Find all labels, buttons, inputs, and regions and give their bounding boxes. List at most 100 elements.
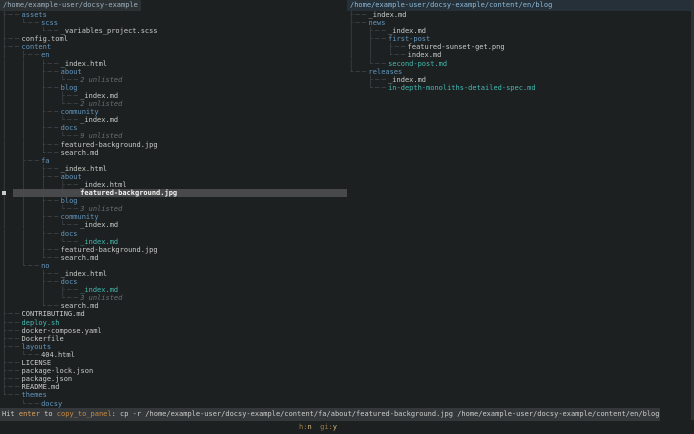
tree-row[interactable]: └──releases xyxy=(347,68,694,76)
tree-row[interactable]: │ │ │ └──2 unlisted xyxy=(0,100,347,108)
tree-branch-lines: │ │ ├── xyxy=(2,140,61,149)
tree-row[interactable]: ├──deploy.sh xyxy=(0,319,347,327)
tree-branch-lines: │ │ └── xyxy=(2,148,61,157)
tree-node-label: releases xyxy=(368,67,403,76)
tree-branch-lines: │ └── xyxy=(2,261,42,270)
tree-branch-lines: │ │ └── xyxy=(2,253,61,262)
tree-row[interactable]: │ │ ├──_index.html xyxy=(0,165,347,173)
tree-row[interactable]: │ │ │ ├──_index.html xyxy=(0,181,347,189)
tree-row[interactable]: ├──docker-compose.yaml xyxy=(0,327,347,335)
tree-row[interactable]: ├──CONTRIBUTING.md xyxy=(0,310,347,318)
tree-row[interactable]: │ ├──en xyxy=(0,51,347,59)
tree-row[interactable]: ├──Dockerfile xyxy=(0,335,347,343)
tree-node-label: featured-background.jpg xyxy=(60,140,158,149)
tree-row[interactable]: │ ├──docs xyxy=(0,278,347,286)
tree-branch-lines: │ │ ├── xyxy=(2,286,81,295)
tree-node-label: in-depth-monoliths-detailed-spec.md xyxy=(388,83,536,92)
tree-row[interactable]: │ └──scss xyxy=(0,19,347,27)
tree-row[interactable]: │ │ └──index.md xyxy=(347,51,694,59)
tree-branch-lines: │ └── xyxy=(2,27,61,36)
tree-node-label: LICENSE xyxy=(21,359,52,368)
tree-row[interactable]: └──in-depth-monoliths-detailed-spec.md xyxy=(347,84,694,92)
tree-branch-lines: │ │ ├── xyxy=(2,172,61,181)
tree-row[interactable]: │ │ └──search.md xyxy=(0,149,347,157)
tree-row[interactable]: │ ├──fa xyxy=(0,157,347,165)
tree-branch-lines: │ │ ├── xyxy=(2,59,61,68)
tree-node-label: _index.md xyxy=(388,27,427,36)
tree-node-label: second-post.md xyxy=(388,59,448,68)
unlisted-count: 2 unlisted xyxy=(80,75,123,84)
tree-node-label: _index.md xyxy=(80,91,119,100)
tree-row[interactable]: ├──README.md xyxy=(0,383,347,391)
tree-branch-lines: │ ├── xyxy=(2,270,61,278)
tree-row[interactable]: ├──config.toml xyxy=(0,35,347,43)
tree-row[interactable]: ├──_index.md xyxy=(347,11,694,19)
tree-row[interactable]: │ │ │ └──2 unlisted xyxy=(0,76,347,84)
tree-row[interactable]: ├──content xyxy=(0,43,347,51)
tree-node-label: _index.html xyxy=(60,270,107,278)
tree-row[interactable]: │ └──no xyxy=(0,262,347,270)
tree-node-label: _index.md xyxy=(368,11,407,19)
tree-row[interactable]: │ │ ├──featured-background.jpg xyxy=(0,141,347,149)
tree-branch-lines: └── xyxy=(349,67,369,76)
tree-row[interactable]: │ │ ├──about xyxy=(0,68,347,76)
tree-row[interactable]: │ │ ├──docs xyxy=(0,230,347,238)
tree-row[interactable]: │ │ │ └──_index.md xyxy=(0,238,347,246)
status-segment-verb: copy_to_panel xyxy=(56,410,112,418)
tree-row[interactable]: ├──assets xyxy=(0,11,347,19)
tree-row[interactable]: │ │ │ └──_index.md xyxy=(0,221,347,229)
tree-node-label: search.md xyxy=(60,253,99,262)
tree-row[interactable]: │ │ ├──_index.html xyxy=(0,60,347,68)
tree-row[interactable]: │ └──second-post.md xyxy=(347,60,694,68)
tree-branch-lines: │ │ ├── xyxy=(2,197,61,206)
tree-branch-lines: ├── xyxy=(349,75,389,84)
unlisted-count: 9 unlisted xyxy=(80,132,123,141)
tree-row[interactable]: ├──package-lock.json xyxy=(0,367,347,375)
flag-value: n xyxy=(307,423,312,431)
tree-branch-lines: │ ├── xyxy=(2,278,61,287)
tree-row[interactable]: │ │ │ ├──_index.md xyxy=(0,92,347,100)
tree-row[interactable]: │ │ ├──blog xyxy=(0,84,347,92)
tree-row[interactable]: └──docsy xyxy=(0,400,347,408)
tree-branch-lines: │ ├── xyxy=(2,51,42,60)
tree-branch-lines: ├── xyxy=(2,342,22,351)
tree-branch-lines: │ │ │ └── xyxy=(2,237,81,246)
tree-row[interactable]: ├──news xyxy=(347,19,694,27)
status-segment-key: enter xyxy=(18,410,40,418)
tree-node-label: 404.html xyxy=(41,350,75,359)
tree-row[interactable]: │ ├──_index.html xyxy=(0,270,347,278)
tree-row[interactable]: │ │ ├──about xyxy=(0,173,347,181)
tree-row[interactable]: │ │ └──search.md xyxy=(0,254,347,262)
tree-branch-lines: │ │ │ ├── xyxy=(2,180,81,189)
tree-branch-lines: ├── xyxy=(349,11,369,19)
tree-branch-lines: ├── xyxy=(2,334,22,343)
tree-branch-lines: ├── xyxy=(2,11,22,19)
tree-branch-lines: ├── xyxy=(349,19,369,28)
tree-node-label: blog xyxy=(60,83,78,92)
unlisted-count: 2 unlisted xyxy=(80,100,123,109)
tree-node-label: package-lock.json xyxy=(21,367,94,376)
tree-node-label: assets xyxy=(21,11,47,19)
tree-row[interactable]: │ │ ├──featured-background.jpg xyxy=(0,246,347,254)
tree-row[interactable]: │ └──404.html xyxy=(0,351,347,359)
tree-node-label: community xyxy=(60,108,99,117)
tree-row[interactable]: ├──_index.md xyxy=(347,76,694,84)
tree-node-label: _index.html xyxy=(80,180,127,189)
tree-node-label: docs xyxy=(60,278,78,287)
tree-branch-lines: │ │ ├── xyxy=(2,83,61,92)
tree-branch-lines: │ │ │ └── xyxy=(2,189,81,198)
tree-node-label: deploy.sh xyxy=(21,318,60,327)
tree-branch-lines: ├── xyxy=(2,318,22,327)
tree-row[interactable]: └──themes xyxy=(0,391,347,399)
tree-node-label: docker-compose.yaml xyxy=(21,326,102,335)
tree-branch-lines: │ │ ├── xyxy=(2,164,61,173)
tree-branch-lines: │ │ │ └── xyxy=(2,75,81,84)
tree-node-label: about xyxy=(60,67,82,76)
tree-row[interactable]: ├──LICENSE xyxy=(0,359,347,367)
tree-row[interactable]: │ │ │ └──9 unlisted xyxy=(0,132,347,140)
tree-row[interactable]: ├──layouts xyxy=(0,343,347,351)
tree-row[interactable]: │ │ │ └──featured-background.jpg xyxy=(0,189,347,198)
tree-row[interactable]: │ │ ├──community xyxy=(0,108,347,116)
tree-branch-lines: └── xyxy=(349,83,389,92)
tree-branch-lines: │ │ │ ├── xyxy=(2,91,81,100)
